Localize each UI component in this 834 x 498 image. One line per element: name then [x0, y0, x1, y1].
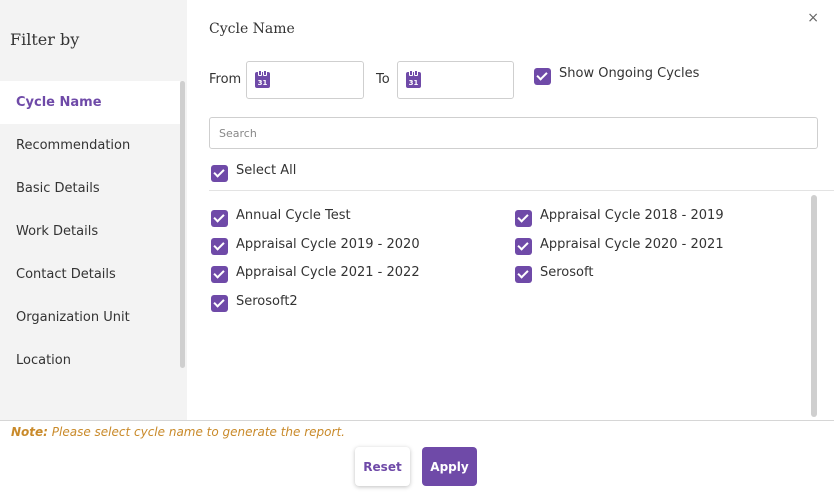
- panel-title: Cycle Name: [209, 21, 295, 37]
- sidebar-item-recommendation[interactable]: Recommendation: [0, 124, 180, 167]
- sidebar-item-label: Organization Unit: [16, 310, 130, 325]
- sidebar-item-label: Basic Details: [16, 181, 100, 196]
- cycle-label: Serosoft2: [236, 294, 298, 309]
- to-date-field[interactable]: 31: [397, 61, 514, 99]
- close-icon[interactable]: ×: [807, 10, 819, 26]
- sidebar-scrollbar[interactable]: [180, 81, 185, 368]
- cycle-checkbox[interactable]: [515, 238, 532, 255]
- filter-sidebar: Filter by Cycle Name Recommendation Basi…: [0, 0, 187, 420]
- sidebar-item-location[interactable]: Location: [0, 339, 180, 382]
- sidebar-item-label: Recommendation: [16, 138, 131, 153]
- list-scrollbar[interactable]: [811, 195, 817, 417]
- cycle-checkbox[interactable]: [211, 266, 228, 283]
- cycle-label: Serosoft: [540, 265, 594, 280]
- reset-button[interactable]: Reset: [355, 447, 410, 486]
- cycle-label: Annual Cycle Test: [236, 208, 351, 223]
- from-date-field[interactable]: 31: [246, 61, 364, 99]
- filter-nav-list: Cycle Name Recommendation Basic Details …: [0, 81, 180, 382]
- sidebar-item-label: Work Details: [16, 224, 99, 239]
- cycle-checkbox[interactable]: [515, 266, 532, 283]
- calendar-icon[interactable]: 31: [255, 70, 270, 88]
- sidebar-item-cycle-name[interactable]: Cycle Name: [0, 81, 180, 124]
- show-ongoing-label: Show Ongoing Cycles: [559, 66, 700, 81]
- sidebar-item-label: Contact Details: [16, 267, 116, 282]
- sidebar-title: Filter by: [10, 30, 80, 49]
- cycle-label: Appraisal Cycle 2021 - 2022: [236, 265, 420, 280]
- select-all-label: Select All: [236, 163, 297, 178]
- cycle-label: Appraisal Cycle 2018 - 2019: [540, 208, 724, 223]
- to-label: To: [376, 72, 390, 87]
- cycle-checkbox[interactable]: [211, 238, 228, 255]
- cycle-label: Appraisal Cycle 2020 - 2021: [540, 237, 724, 252]
- divider: [209, 190, 834, 191]
- sidebar-item-label: Cycle Name: [16, 95, 102, 110]
- cycle-label: Appraisal Cycle 2019 - 2020: [236, 237, 420, 252]
- footer-divider: [0, 420, 834, 421]
- sidebar-item-contact-details[interactable]: Contact Details: [0, 253, 180, 296]
- note-message: Please select cycle name to generate the…: [47, 425, 345, 439]
- sidebar-item-organization-unit[interactable]: Organization Unit: [0, 296, 180, 339]
- sidebar-item-work-details[interactable]: Work Details: [0, 210, 180, 253]
- note-label: Note:: [11, 425, 48, 439]
- from-label: From: [209, 72, 242, 87]
- search-input[interactable]: [209, 117, 818, 149]
- calendar-icon[interactable]: 31: [406, 70, 421, 88]
- cycle-checkbox[interactable]: [515, 210, 532, 227]
- cycle-checkbox[interactable]: [211, 210, 228, 227]
- apply-button[interactable]: Apply: [422, 447, 477, 486]
- cycle-checkbox[interactable]: [211, 295, 228, 312]
- sidebar-item-label: Location: [16, 353, 71, 368]
- show-ongoing-checkbox[interactable]: [534, 68, 551, 85]
- sidebar-item-basic-details[interactable]: Basic Details: [0, 167, 180, 210]
- note-text: Note: Please select cycle name to genera…: [11, 425, 345, 439]
- select-all-checkbox[interactable]: [211, 165, 228, 182]
